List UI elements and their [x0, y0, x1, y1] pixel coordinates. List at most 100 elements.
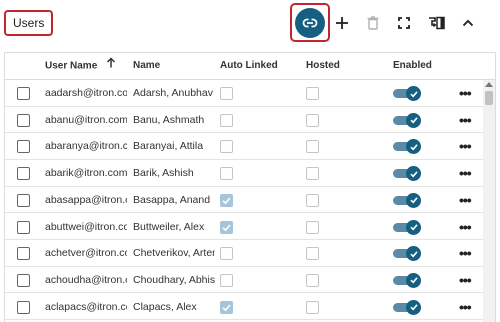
- page-header: Users: [0, 0, 500, 46]
- table-row[interactable]: achetver@itron.com Chetverikov, Artem •••: [5, 240, 483, 267]
- enabled-toggle[interactable]: [393, 299, 421, 315]
- more-options-icon[interactable]: •••: [459, 240, 472, 266]
- cell-user-name: aadarsh@itron.com: [45, 87, 127, 99]
- hosted-checkbox: [306, 273, 319, 287]
- users-table: User Name Name Auto Linked Hosted Enable…: [4, 52, 496, 322]
- link-button-highlight: [290, 3, 330, 42]
- table-row[interactable]: aadarsh@itron.com Adarsh, Anubhav •••: [5, 80, 483, 107]
- hosted-checkbox: [306, 247, 319, 261]
- link-icon: [302, 17, 318, 28]
- enabled-toggle[interactable]: [393, 246, 421, 262]
- hosted-checkbox: [306, 87, 319, 100]
- manage-columns-button[interactable]: [421, 8, 451, 38]
- table-row[interactable]: abaranya@itron.com Baranyai, Attila •••: [5, 133, 483, 160]
- check-icon: [406, 139, 421, 155]
- hosted-checkbox: [306, 300, 319, 314]
- toolbar: [0, 0, 500, 46]
- cell-user-name: abuttwei@itron.com: [45, 220, 127, 233]
- cell-name: Clapacs, Alex: [133, 300, 197, 313]
- table-row[interactable]: abarik@itron.com Barik, Ashish •••: [5, 160, 483, 187]
- enabled-toggle[interactable]: [393, 112, 421, 128]
- row-select-checkbox[interactable]: [17, 140, 30, 154]
- column-header-user-name[interactable]: User Name: [45, 53, 116, 80]
- check-icon: [406, 112, 421, 128]
- row-select-checkbox[interactable]: [17, 300, 30, 314]
- row-select-checkbox[interactable]: [17, 113, 30, 127]
- check-icon: [406, 166, 421, 182]
- auto-linked-checkbox: [220, 193, 233, 207]
- fullscreen-button[interactable]: [389, 8, 419, 38]
- enabled-toggle[interactable]: [393, 219, 421, 235]
- table-row[interactable]: abuttwei@itron.com Buttweiler, Alex •••: [5, 214, 483, 240]
- auto-linked-checkbox: [220, 273, 233, 287]
- auto-linked-checkbox: [220, 87, 233, 100]
- column-header-auto-linked[interactable]: Auto Linked: [220, 53, 278, 79]
- link-button[interactable]: [295, 7, 325, 38]
- more-options-icon[interactable]: •••: [459, 80, 472, 106]
- cell-name: Banu, Ashmath: [133, 113, 205, 126]
- more-options-icon[interactable]: •••: [459, 214, 472, 240]
- auto-linked-checkbox: [220, 300, 233, 314]
- cell-user-name: abarik@itron.com: [45, 167, 127, 180]
- check-icon: [406, 299, 421, 315]
- enabled-toggle[interactable]: [393, 86, 421, 101]
- cell-name: Baranyai, Attila: [133, 140, 204, 153]
- scrollbar-thumb[interactable]: [485, 91, 493, 105]
- vertical-scrollbar[interactable]: [483, 80, 495, 322]
- column-header-hosted[interactable]: Hosted: [306, 53, 340, 79]
- cell-user-name: abanu@itron.com: [45, 113, 127, 126]
- enabled-toggle[interactable]: [393, 272, 421, 288]
- cell-name: Adarsh, Anubhav: [133, 87, 213, 99]
- delete-button[interactable]: [358, 8, 388, 38]
- enabled-toggle[interactable]: [393, 192, 421, 208]
- row-select-checkbox[interactable]: [17, 87, 30, 100]
- add-button[interactable]: [327, 8, 357, 38]
- more-options-icon[interactable]: •••: [459, 267, 472, 293]
- plus-icon: [336, 17, 348, 29]
- row-select-checkbox[interactable]: [17, 220, 30, 234]
- check-icon: [406, 192, 421, 208]
- cell-name: Basappa, Anand: [133, 193, 211, 206]
- check-icon: [406, 246, 421, 262]
- chevron-up-icon: [462, 19, 474, 27]
- column-header-name[interactable]: Name: [133, 53, 160, 79]
- table-row[interactable]: aclapacs@itron.com Clapacs, Alex •••: [5, 294, 483, 321]
- table-row[interactable]: abasappa@itron.com Basappa, Anand •••: [5, 187, 483, 214]
- auto-linked-checkbox: [220, 247, 233, 261]
- more-options-icon[interactable]: •••: [459, 160, 472, 186]
- auto-linked-checkbox: [220, 220, 233, 234]
- collapse-button[interactable]: [453, 8, 483, 38]
- cell-name: Barik, Ashish: [133, 167, 194, 180]
- table-header: User Name Name Auto Linked Hosted Enable…: [5, 53, 495, 80]
- auto-linked-checkbox: [220, 113, 233, 127]
- auto-linked-checkbox: [220, 140, 233, 154]
- cell-name: Choudhary, Abhishek: [133, 273, 215, 286]
- cell-user-name: achetver@itron.com: [45, 247, 127, 260]
- cell-user-name: achoudha@itron.com: [45, 273, 127, 286]
- hosted-checkbox: [306, 167, 319, 181]
- hosted-checkbox: [306, 220, 319, 234]
- table-row[interactable]: abanu@itron.com Banu, Ashmath •••: [5, 107, 483, 134]
- table-row[interactable]: achoudha@itron.com Choudhary, Abhishek •••: [5, 267, 483, 294]
- cell-user-name: abaranya@itron.com: [45, 140, 127, 153]
- check-icon: [406, 272, 421, 288]
- trash-icon: [367, 16, 379, 30]
- row-select-checkbox[interactable]: [17, 273, 30, 287]
- column-settings-icon: [428, 16, 445, 30]
- row-select-checkbox[interactable]: [17, 167, 30, 181]
- check-icon: [406, 86, 421, 101]
- hosted-checkbox: [306, 140, 319, 154]
- row-select-checkbox[interactable]: [17, 193, 30, 207]
- enabled-toggle[interactable]: [393, 166, 421, 182]
- more-options-icon[interactable]: •••: [459, 133, 472, 159]
- row-select-checkbox[interactable]: [17, 247, 30, 261]
- column-header-label: User Name: [45, 60, 98, 72]
- more-options-icon[interactable]: •••: [459, 187, 472, 213]
- scroll-up-arrow-icon[interactable]: [485, 82, 493, 87]
- column-header-enabled[interactable]: Enabled: [393, 53, 432, 79]
- more-options-icon[interactable]: •••: [459, 294, 472, 320]
- arrow-up-icon: [106, 53, 116, 79]
- hosted-checkbox: [306, 113, 319, 127]
- enabled-toggle[interactable]: [393, 139, 421, 155]
- more-options-icon[interactable]: •••: [459, 107, 472, 133]
